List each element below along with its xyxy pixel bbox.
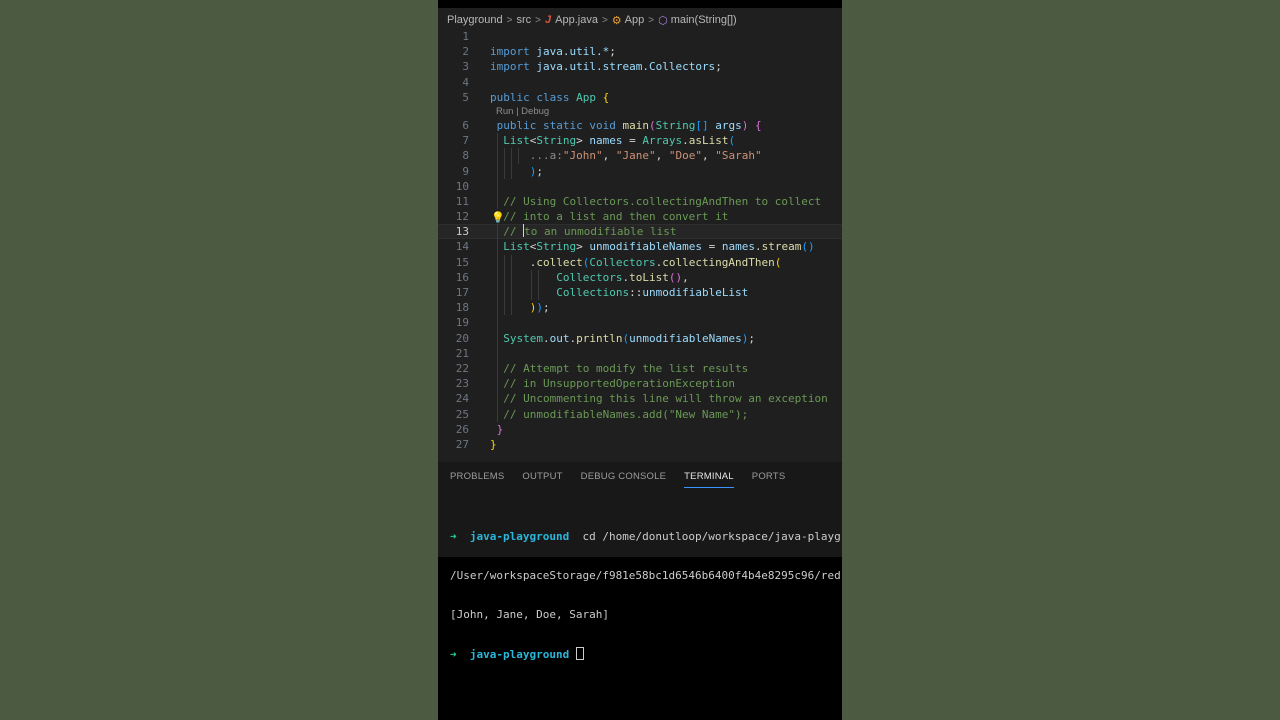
terminal-command: cd /home/donutloop/workspace/java-playg [582, 530, 841, 543]
line-number: 8 [462, 149, 469, 163]
code-line: 24 // Uncommenting this line will throw … [438, 391, 842, 407]
line-number: 6 [462, 118, 469, 132]
bottom-panel: PROBLEMS OUTPUT DEBUG CONSOLE TERMINAL P… [438, 462, 842, 661]
terminal-line: ➜ java-playground [450, 647, 842, 661]
code-line: 5 public class App { [438, 90, 842, 105]
top-strip [438, 0, 842, 8]
terminal-line: ➜ java-playground cd /home/donutloop/wor… [450, 530, 842, 543]
code-line: 16 Collectors.toList(), [438, 269, 842, 285]
line-number: 15 [455, 255, 469, 269]
line-number: 20 [455, 331, 469, 345]
tab-problems[interactable]: PROBLEMS [450, 462, 504, 492]
line-number: 25 [455, 407, 469, 421]
breadcrumb-method[interactable]: main(String[]) [671, 14, 737, 26]
line-number: 10 [455, 179, 469, 193]
code-line: 10 [438, 178, 842, 194]
code-line: 18 )); [438, 300, 842, 316]
code-line: 3 import java.util.stream.Collectors; [438, 59, 842, 74]
tab-debug-console[interactable]: DEBUG CONSOLE [581, 462, 666, 492]
code-editor[interactable]: Playground > src > J App.java > ⚙ App > … [438, 8, 842, 462]
breadcrumb-playground[interactable]: Playground [447, 14, 503, 26]
code-line: 1 [438, 29, 842, 44]
line-number: 12 [455, 210, 469, 224]
code-line: 17 Collections::unmodifiableList [438, 285, 842, 301]
line-number: 11 [455, 194, 469, 208]
line-number: 1 [462, 30, 469, 43]
line-number: 22 [455, 361, 469, 375]
line-number: 9 [462, 164, 469, 178]
code-line: 26 } [438, 422, 842, 437]
line-number: 16 [455, 270, 469, 284]
run-debug-codelens[interactable]: Run | Debug [438, 105, 842, 118]
panel-tabs: PROBLEMS OUTPUT DEBUG CONSOLE TERMINAL P… [438, 462, 791, 492]
class-icon: ⚙ [611, 14, 622, 27]
breadcrumb: Playground > src > J App.java > ⚙ App > … [447, 12, 737, 28]
terminal[interactable]: ➜ java-playground cd /home/donutloop/wor… [450, 504, 842, 686]
method-icon: ⬡ [658, 14, 668, 27]
code-line: 8 ...a:"John", "Jane", "Doe", "Sarah" [438, 148, 842, 164]
breadcrumb-file[interactable]: App.java [555, 14, 598, 26]
tab-output[interactable]: OUTPUT [522, 462, 562, 492]
terminal-output: [John, Jane, Doe, Sarah] [450, 608, 609, 621]
line-number: 3 [462, 60, 469, 74]
tab-terminal[interactable]: TERMINAL [684, 462, 734, 492]
java-file-icon: J [545, 14, 552, 26]
code-line: 6 public static void main(String[] args)… [438, 118, 842, 133]
line-number: 2 [462, 45, 469, 59]
code-line: 4 [438, 75, 842, 90]
code-line: 22 // Attempt to modify the list results [438, 360, 842, 377]
prompt-arrow-icon: ➜ [450, 530, 457, 543]
breadcrumb-class[interactable]: App [625, 14, 645, 26]
code-line: 19 [438, 315, 842, 331]
prompt-dir: java-playground [469, 530, 570, 543]
line-number: 17 [455, 286, 469, 299]
code-line: 25 // unmodifiableNames.add("New Name"); [438, 406, 842, 422]
code-line: 23 // in UnsupportedOperationException [438, 376, 842, 392]
code-line: 15 .collect(Collectors.collectingAndThen… [438, 254, 842, 270]
breadcrumb-src[interactable]: src [517, 14, 532, 26]
code-line: 27} [438, 437, 842, 452]
line-number: 18 [455, 301, 469, 315]
code-line: 12 💡 // into a list and then convert it [438, 209, 842, 224]
line-number: 27 [455, 437, 469, 451]
chevron-right-icon: > [535, 14, 542, 26]
line-number: 13 [455, 225, 469, 239]
code-line: 21 [438, 345, 842, 361]
terminal-cursor [575, 647, 584, 660]
terminal-line: /User/workspaceStorage/f981e58bc1d6546b6… [450, 569, 841, 582]
phone-screen: Playground > src > J App.java > ⚙ App > … [438, 0, 842, 720]
line-number: 7 [462, 134, 469, 148]
code-line: 2 import java.util.*; [438, 44, 842, 59]
chevron-right-icon: > [601, 14, 608, 26]
line-number: 23 [455, 377, 469, 391]
prompt-arrow-icon: ➜ [450, 648, 457, 661]
prompt-dir: java-playground [469, 648, 570, 661]
line-number: 4 [462, 75, 469, 89]
line-number: 14 [455, 240, 469, 254]
code-line: 20 System.out.println(unmodifiableNames)… [438, 330, 842, 346]
line-number: 5 [462, 90, 469, 104]
code-line: 11 // Using Collectors.collectingAndThen… [438, 193, 842, 210]
line-number: 19 [455, 316, 469, 330]
code-area[interactable]: 1 2 import java.util.*; 3 import java.util… [438, 29, 842, 452]
line-number: 21 [455, 346, 469, 360]
code-line: 14 List<String> unmodifiableNames = name… [438, 239, 842, 255]
code-line-current: 13 // to an unmodifiable list [438, 224, 842, 240]
chevron-right-icon: > [648, 14, 655, 26]
line-number: 26 [455, 422, 469, 436]
tab-ports[interactable]: PORTS [752, 462, 786, 492]
chevron-right-icon: > [506, 14, 513, 26]
code-line: 7 List<String> names = Arrays.asList( [438, 133, 842, 149]
code-line: 9 ); [438, 163, 842, 179]
line-number: 24 [455, 392, 469, 406]
